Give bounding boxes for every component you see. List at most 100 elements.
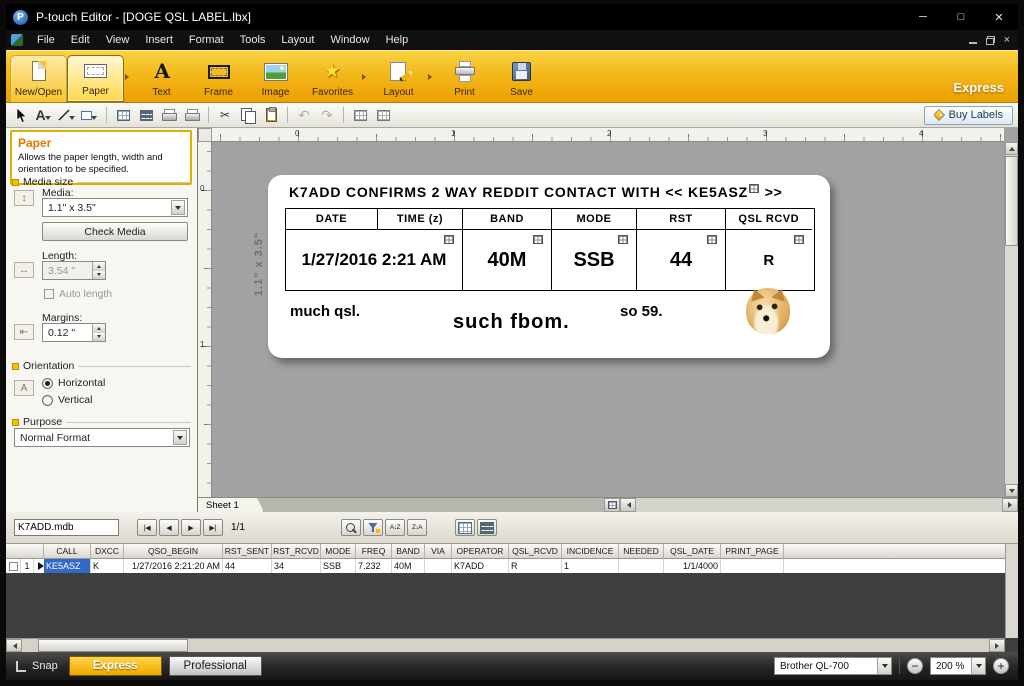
purpose-dropdown[interactable]: Normal Format xyxy=(14,428,190,447)
express-mode-button[interactable]: Express xyxy=(69,656,162,676)
sheet-tab[interactable]: Sheet 1 xyxy=(198,498,264,512)
record-next-button[interactable] xyxy=(181,519,201,536)
margins-spinner[interactable]: 0.12 " xyxy=(42,323,106,342)
spin-down-icon[interactable] xyxy=(93,271,105,280)
row-checkbox[interactable] xyxy=(6,559,21,573)
undo-button[interactable]: ↶ xyxy=(294,105,314,125)
menu-format[interactable]: Format xyxy=(181,30,232,50)
document-icon[interactable] xyxy=(11,34,23,46)
paper-button[interactable]: Paper xyxy=(67,55,124,102)
canvas-hscrollbar[interactable] xyxy=(636,498,1002,512)
paste-button[interactable] xyxy=(261,105,281,125)
buy-labels-button[interactable]: Buy Labels xyxy=(924,106,1013,125)
qsl-rcvd-cell[interactable]: R xyxy=(725,229,812,290)
db-col-incidence[interactable]: INCIDENCE xyxy=(562,544,619,559)
cell-via[interactable] xyxy=(425,559,452,573)
quick-print-button[interactable] xyxy=(159,105,179,125)
database-row[interactable]: 1 KE5ASZ K 1/27/2016 2:21:20 AM 44 34 SS… xyxy=(6,559,1005,573)
record-prev-button[interactable] xyxy=(159,519,179,536)
shape-tool-button[interactable] xyxy=(80,105,100,125)
database-hscrollbar[interactable] xyxy=(6,638,1005,652)
so-59-text[interactable]: so 59. xyxy=(620,303,663,320)
database-file-input[interactable] xyxy=(14,519,119,536)
cell-qsl-rcvd[interactable]: R xyxy=(509,559,562,573)
datetime-cell[interactable]: 1/27/2016 2:21 AM xyxy=(286,229,462,290)
doge-image[interactable] xyxy=(746,288,790,334)
favorites-button[interactable]: Favorites xyxy=(304,51,361,102)
image-button[interactable]: Image xyxy=(247,51,304,102)
sheet-list-button[interactable] xyxy=(604,498,620,512)
database-vscrollbar[interactable] xyxy=(1005,544,1018,638)
rst-cell[interactable]: 44 xyxy=(636,229,725,290)
db-col-freq[interactable]: FREQ xyxy=(356,544,392,559)
menu-layout[interactable]: Layout xyxy=(273,30,322,50)
text-tool-button[interactable]: A xyxy=(34,105,54,125)
vscroll-thumb[interactable] xyxy=(1005,156,1018,246)
sort-ascending-button[interactable] xyxy=(385,519,405,536)
db-col-band[interactable]: BAND xyxy=(392,544,425,559)
db-col-rst-rcvd[interactable]: RST_RCVD xyxy=(272,544,321,559)
db-col-needed[interactable]: NEEDED xyxy=(619,544,664,559)
guideline-button[interactable] xyxy=(373,105,393,125)
form-view-button[interactable] xyxy=(477,519,497,536)
professional-mode-button[interactable]: Professional xyxy=(169,656,262,676)
save-button[interactable]: Save xyxy=(493,51,550,102)
zoom-in-button[interactable]: + xyxy=(993,658,1009,674)
much-qsl-text[interactable]: much qsl. xyxy=(290,303,360,320)
hscroll-right-button[interactable] xyxy=(1002,498,1018,512)
such-fbom-text[interactable]: such fbom. xyxy=(453,311,570,334)
auto-length-checkbox[interactable]: Auto length xyxy=(44,288,112,300)
mdi-minimize-icon[interactable] xyxy=(969,36,977,44)
menu-edit[interactable]: Edit xyxy=(63,30,98,50)
cell-band[interactable]: 40M xyxy=(392,559,425,573)
menu-tools[interactable]: Tools xyxy=(232,30,274,50)
scroll-down-icon[interactable] xyxy=(1005,484,1018,497)
maximize-button[interactable]: □ xyxy=(942,4,980,30)
design-canvas[interactable]: 0 1 2 3 4 0 1 1.1" x 3.5" K7ADD CONFIRMS… xyxy=(198,128,1018,512)
minimize-button[interactable]: ─ xyxy=(904,4,942,30)
print-button[interactable]: Print xyxy=(436,51,493,102)
table-tool-button[interactable] xyxy=(113,105,133,125)
cell-call[interactable]: KE5ASZ xyxy=(44,559,91,573)
cell-needed[interactable] xyxy=(619,559,664,573)
print-preview-button[interactable] xyxy=(182,105,202,125)
new-open-button[interactable]: New/Open xyxy=(10,55,67,102)
db-col-qso-begin[interactable]: QSO_BEGIN xyxy=(124,544,223,559)
length-spinner[interactable]: 3.54 " xyxy=(42,261,106,280)
label-title-text[interactable]: K7ADD CONFIRMS 2 WAY REDDIT CONTACT WITH… xyxy=(289,184,783,200)
hscroll-left-button[interactable] xyxy=(620,498,636,512)
check-media-button[interactable]: Check Media xyxy=(42,222,188,241)
record-first-button[interactable] xyxy=(137,519,157,536)
db-col-qsl-rcvd[interactable]: QSL_RCVD xyxy=(509,544,562,559)
select-tool-button[interactable] xyxy=(11,105,31,125)
filter-records-button[interactable] xyxy=(363,519,383,536)
frame-button[interactable]: Frame xyxy=(190,51,247,102)
menu-view[interactable]: View xyxy=(98,30,138,50)
spin-down-icon[interactable] xyxy=(93,333,105,342)
cell-dxcc[interactable]: K xyxy=(91,559,124,573)
cell-print-page[interactable] xyxy=(721,559,784,573)
menu-insert[interactable]: Insert xyxy=(137,30,181,50)
db-scroll-left-button[interactable] xyxy=(6,639,22,652)
menu-file[interactable]: File xyxy=(29,30,63,50)
spin-up-icon[interactable] xyxy=(93,324,105,333)
media-dropdown[interactable]: 1.1" x 3.5" xyxy=(42,198,188,217)
mdi-restore-icon[interactable] xyxy=(986,36,995,45)
db-col-operator[interactable]: OPERATOR xyxy=(452,544,509,559)
db-col-qsl-date[interactable]: QSL_DATE xyxy=(664,544,721,559)
text-button[interactable]: Text xyxy=(133,51,190,102)
zoom-out-button[interactable]: − xyxy=(907,658,923,674)
db-col-dxcc[interactable]: DXCC xyxy=(91,544,124,559)
record-view-button[interactable] xyxy=(455,519,475,536)
cell-mode[interactable]: SSB xyxy=(321,559,356,573)
grid-view-button[interactable] xyxy=(350,105,370,125)
cell-qsl-date[interactable]: 1/1/4000 xyxy=(664,559,721,573)
mode-cell[interactable]: SSB xyxy=(551,229,636,290)
cell-operator[interactable]: K7ADD xyxy=(452,559,509,573)
orientation-vertical-radio[interactable]: Vertical xyxy=(42,394,92,406)
db-col-call[interactable]: CALL xyxy=(44,544,91,559)
snap-button[interactable]: Snap xyxy=(15,660,58,672)
copy-button[interactable] xyxy=(238,105,258,125)
orientation-horizontal-radio[interactable]: Horizontal xyxy=(42,377,105,389)
line-tool-button[interactable] xyxy=(57,105,77,125)
